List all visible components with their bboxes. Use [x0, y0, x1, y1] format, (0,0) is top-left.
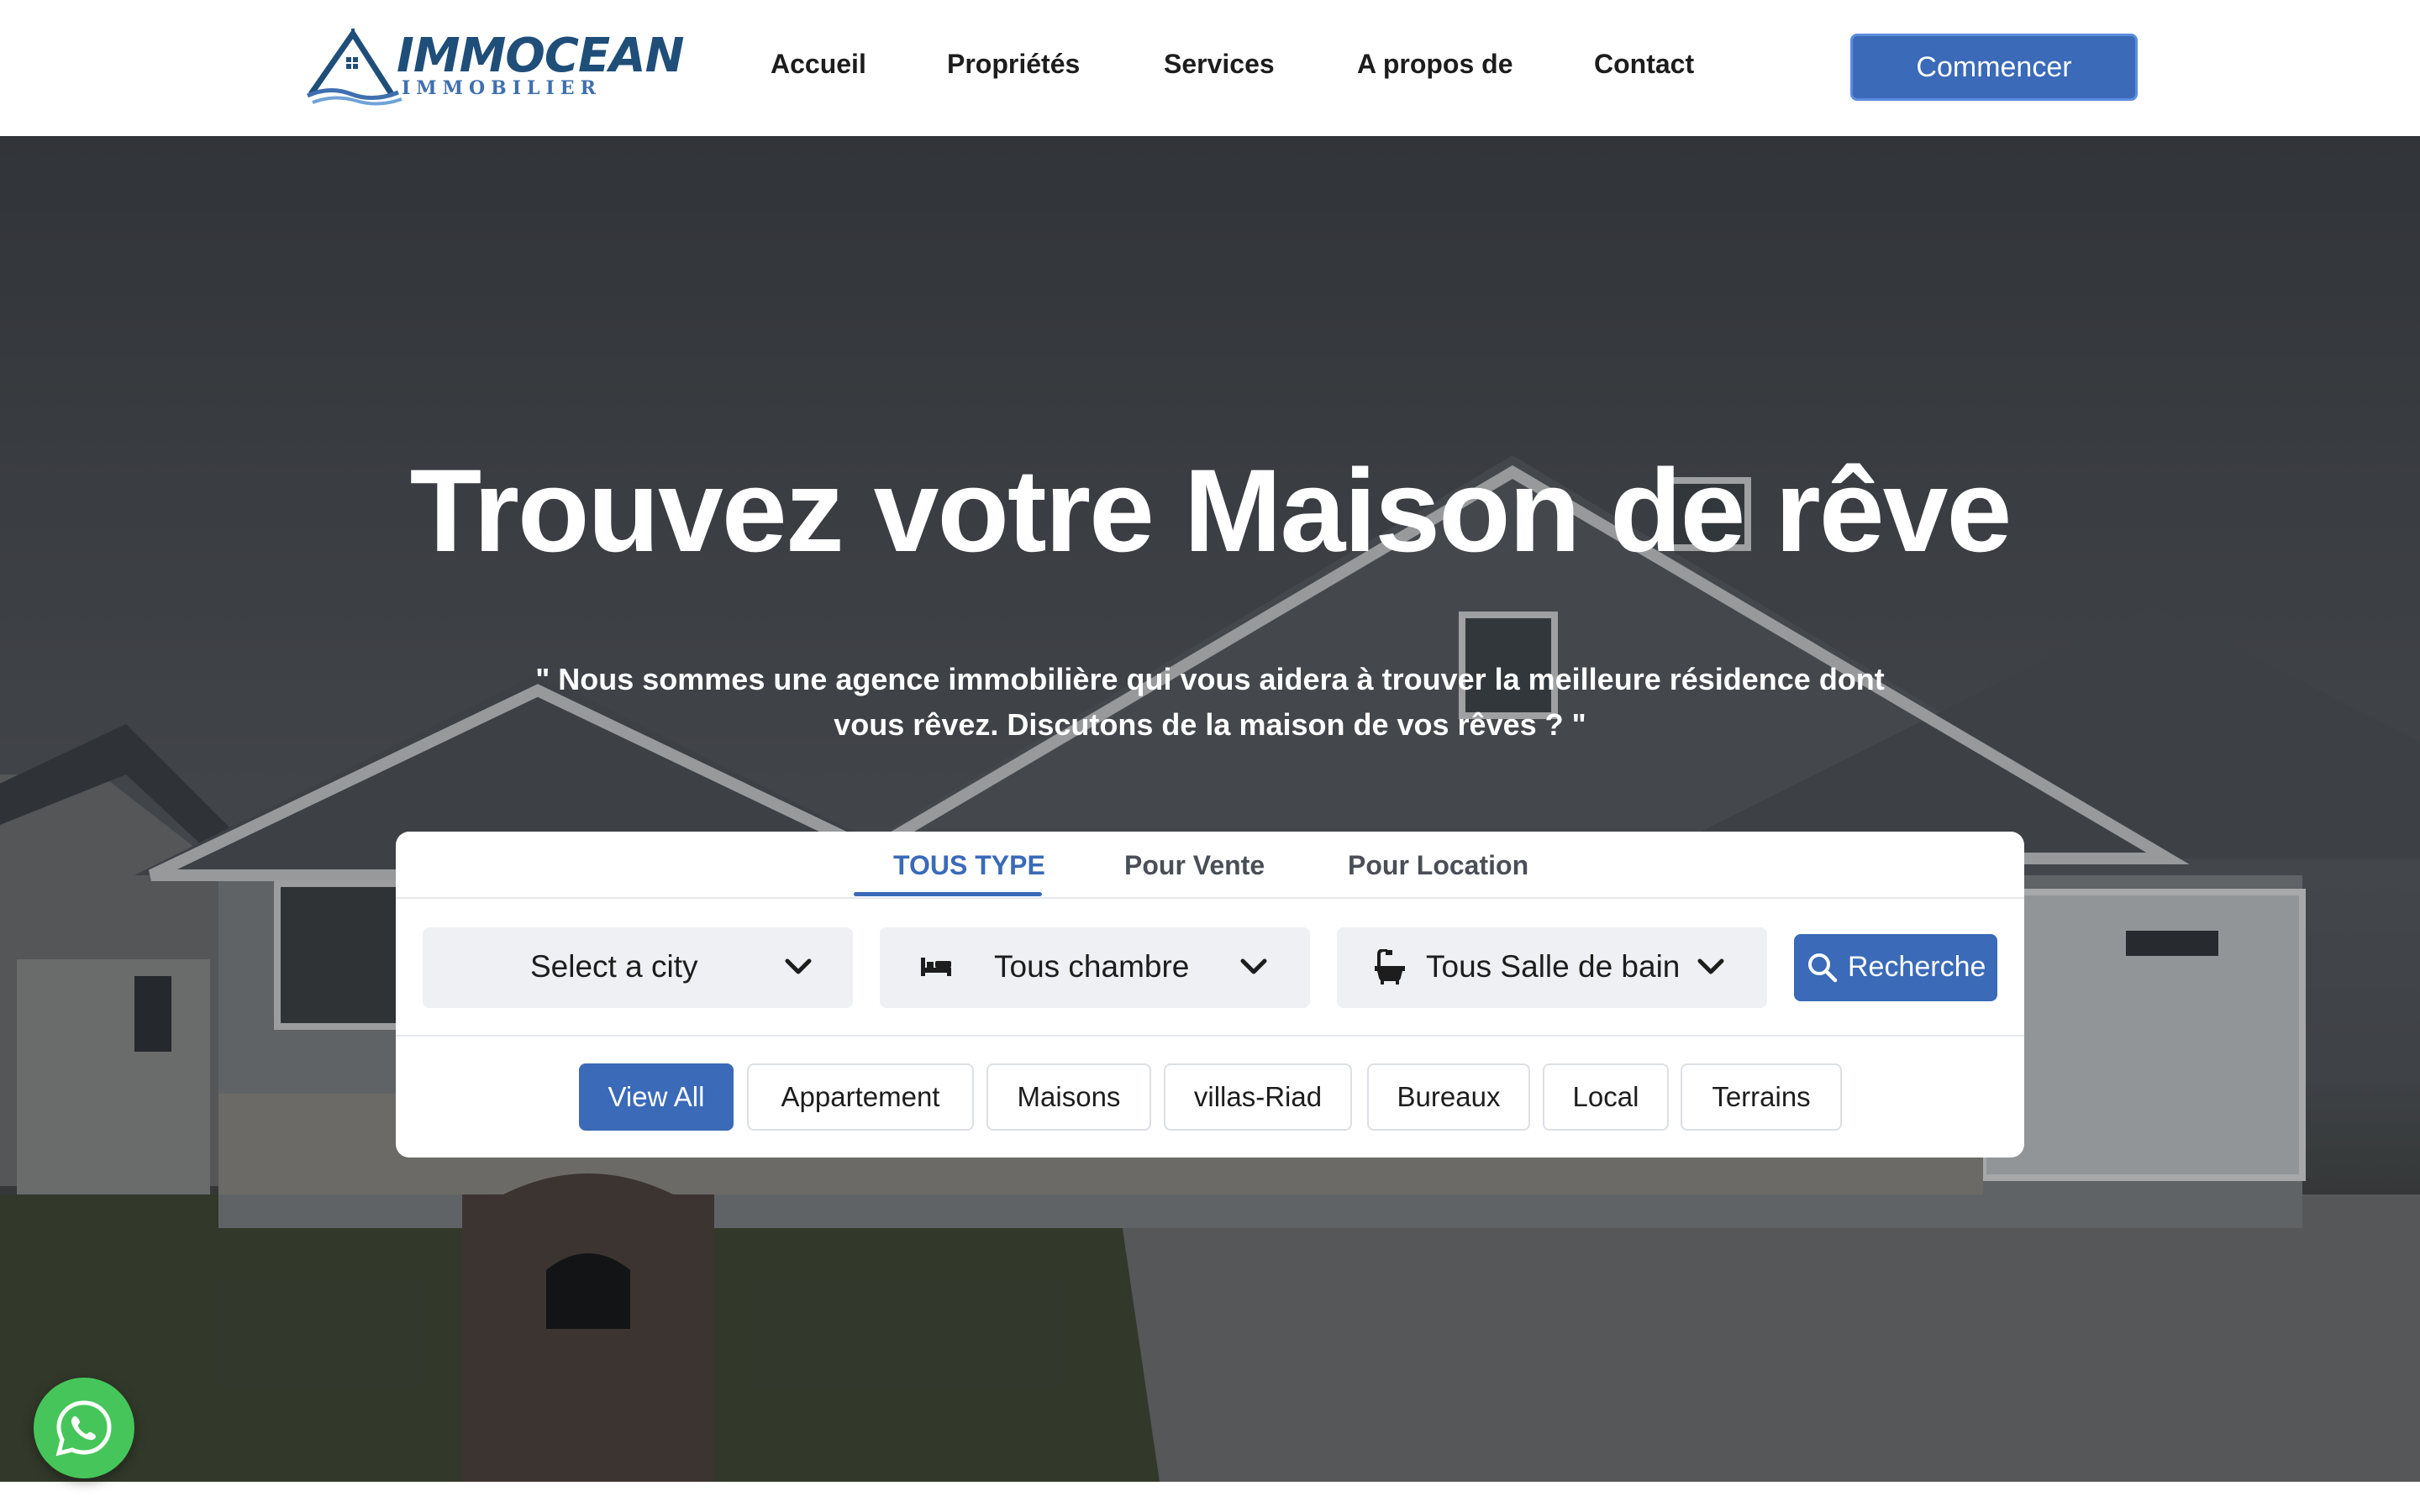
- active-tab-indicator: [854, 892, 1042, 896]
- category-maisons[interactable]: Maisons: [986, 1063, 1151, 1131]
- chevron-down-icon: [785, 958, 812, 974]
- tab-tous-type[interactable]: TOUS TYPE: [893, 850, 1045, 881]
- chevron-down-icon: [1697, 958, 1724, 974]
- site-header: IMMOCEAN IMMOBILIER Accueil Propriétés S…: [0, 0, 2420, 136]
- property-search-card: TOUS TYPE Pour Vente Pour Location Selec…: [396, 832, 2024, 1158]
- hero-section: Trouvez votre Maison de rêve " Nous somm…: [0, 136, 2420, 1482]
- bathroom-select-value: Tous Salle de bain: [1426, 949, 1681, 984]
- chevron-down-icon: [1240, 958, 1267, 974]
- bed-icon: [921, 958, 951, 976]
- search-button-label: Recherche: [1848, 951, 1986, 983]
- card-divider: [396, 1035, 2024, 1037]
- hero-subtitle-line-1: " Nous sommes une agence immobilière qui…: [535, 662, 1885, 696]
- bathroom-select[interactable]: Tous Salle de bain: [1337, 927, 1767, 1008]
- whatsapp-button[interactable]: [34, 1378, 134, 1478]
- nav-item-proprietes[interactable]: Propriétés: [947, 49, 1080, 80]
- category-view-all[interactable]: View All: [579, 1063, 734, 1131]
- hero-title: Trouvez votre Maison de rêve: [409, 444, 2012, 576]
- nav-item-contact[interactable]: Contact: [1594, 49, 1694, 80]
- search-button[interactable]: Recherche: [1794, 934, 1997, 1001]
- get-started-button[interactable]: Commencer: [1850, 34, 2138, 101]
- hero-subtitle: " Nous sommes une agence immobilière qui…: [521, 657, 1899, 748]
- bedroom-select-value: Tous chambre: [994, 949, 1190, 984]
- tab-pour-location[interactable]: Pour Location: [1348, 850, 1528, 881]
- city-select[interactable]: Select a city: [423, 927, 853, 1008]
- category-villas-riad[interactable]: villas-Riad: [1164, 1063, 1352, 1131]
- city-select-value: Select a city: [530, 949, 698, 984]
- nav-item-accueil[interactable]: Accueil: [771, 49, 866, 80]
- category-bureaux[interactable]: Bureaux: [1367, 1063, 1530, 1131]
- category-local[interactable]: Local: [1543, 1063, 1669, 1131]
- search-icon: [1808, 953, 1838, 983]
- category-appartement[interactable]: Appartement: [747, 1063, 974, 1131]
- bathtub-icon: [1375, 949, 1405, 984]
- whatsapp-icon: [55, 1400, 112, 1457]
- hero-overlay: [0, 136, 2420, 1482]
- tab-pour-vente[interactable]: Pour Vente: [1124, 850, 1265, 881]
- bedroom-select[interactable]: Tous chambre: [880, 927, 1310, 1008]
- nav-item-a-propos[interactable]: A propos de: [1357, 49, 1512, 80]
- listing-type-tabs: TOUS TYPE Pour Vente Pour Location: [396, 832, 2024, 899]
- category-terrains[interactable]: Terrains: [1681, 1063, 1842, 1131]
- hero-subtitle-line-2: vous rêvez. Discutons de la maison de vo…: [834, 707, 1586, 742]
- nav-item-services[interactable]: Services: [1164, 49, 1275, 80]
